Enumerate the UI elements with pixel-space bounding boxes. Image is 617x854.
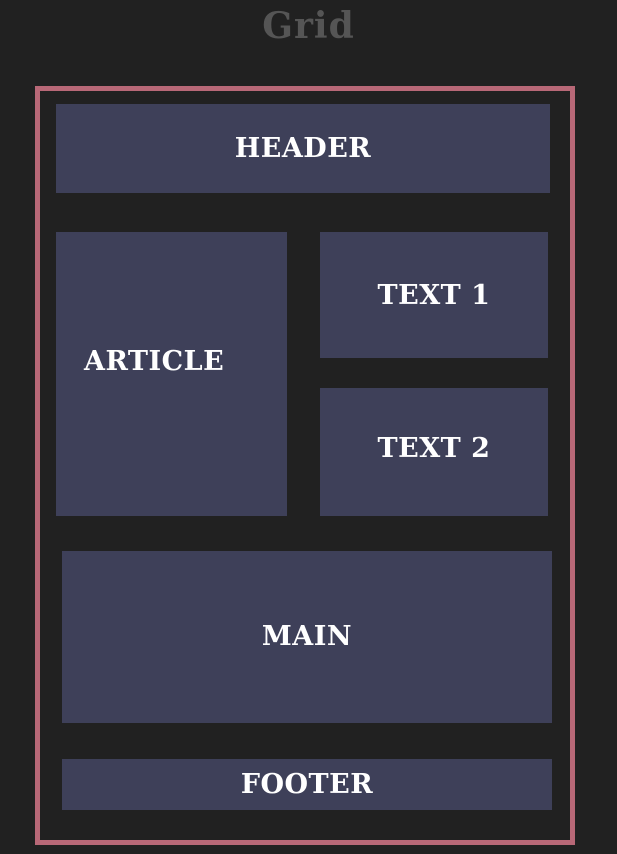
article-cell: ARTICLE (56, 232, 287, 516)
main-cell: MAIN (62, 551, 552, 723)
header-label: HEADER (234, 133, 372, 164)
text1-cell: TEXT 1 (320, 232, 548, 358)
main-label: MAIN (261, 620, 353, 652)
text2-label: TEXT 2 (377, 432, 491, 464)
text2-cell: TEXT 2 (320, 388, 548, 516)
header-cell: HEADER (56, 104, 550, 193)
footer-label: FOOTER (240, 769, 374, 800)
text1-label: TEXT 1 (377, 279, 491, 311)
article-label: ARTICLE (84, 345, 225, 377)
page-title: Grid (262, 5, 355, 47)
footer-cell: FOOTER (62, 759, 552, 810)
